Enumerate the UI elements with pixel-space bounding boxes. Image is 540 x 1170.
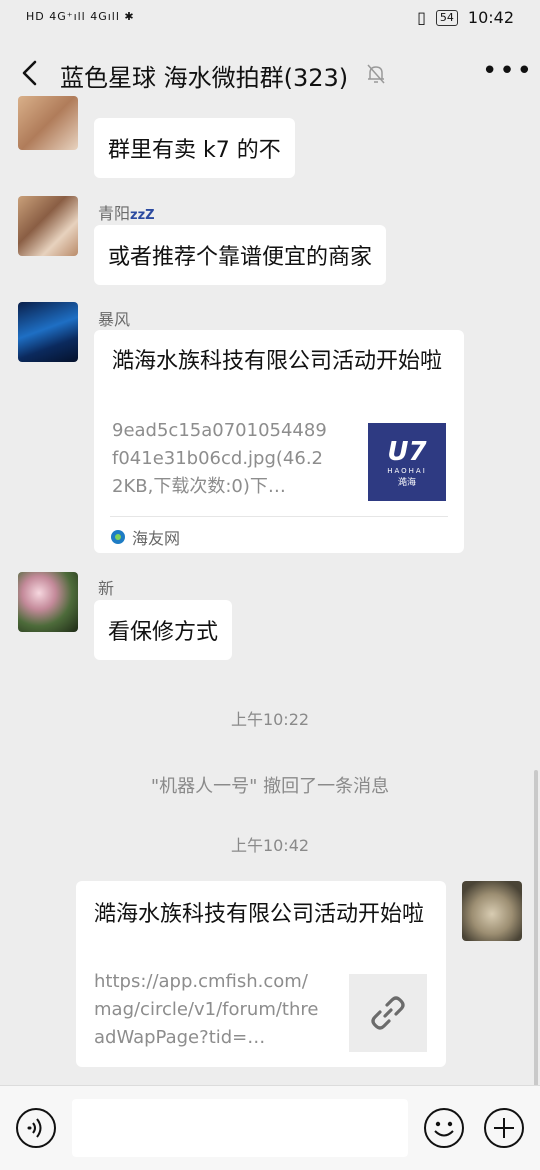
- link-card[interactable]: 澔海水族科技有限公司活动开始啦 9ead5c15a0701054489f041e…: [94, 330, 464, 553]
- card-description: https://app.cmfish.com/mag/circle/v1/for…: [94, 971, 319, 1048]
- card-title: 澔海水族科技有限公司活动开始啦: [112, 349, 443, 374]
- system-notice: "机器人一号" 撤回了一条消息: [150, 776, 390, 797]
- vibrate-icon: ▯: [417, 8, 426, 27]
- timestamp: 上午10:22: [230, 710, 310, 729]
- chat-title: 蓝色星球 海水微拍群(323): [60, 64, 349, 92]
- card-description: 9ead5c15a0701054489f041e31b06cd.jpg(46.2…: [112, 420, 327, 497]
- input-bar: [0, 1085, 540, 1170]
- card-divider: [110, 516, 448, 517]
- mute-bell-icon: [367, 64, 385, 84]
- message-bubble[interactable]: 群里有卖 k7 的不: [94, 118, 295, 178]
- avatar[interactable]: [18, 96, 78, 150]
- chat-header: 蓝色星球 海水微拍群(323) •••: [0, 38, 540, 110]
- battery-icon: 54: [435, 9, 458, 26]
- avatar[interactable]: [18, 196, 78, 256]
- scrollbar[interactable]: [534, 770, 538, 1090]
- status-bar: HD 4G⁺ıll 4Gıll ✱ ▯ 54 10:42: [0, 0, 540, 38]
- more-options-icon[interactable]: •••: [482, 58, 532, 86]
- back-arrow-icon[interactable]: [18, 58, 42, 88]
- status-right: ▯ 54 10:42: [417, 8, 514, 27]
- signal-indicators: HD 4G⁺ıll 4Gıll ✱: [26, 10, 135, 23]
- card-source: 海友网: [110, 525, 180, 549]
- emoji-icon[interactable]: [423, 1107, 465, 1149]
- sender-name: 暴风: [98, 310, 131, 329]
- timestamp: 上午10:42: [230, 836, 310, 855]
- card-title: 澔海水族科技有限公司活动开始啦: [94, 902, 425, 927]
- voice-input-icon[interactable]: [15, 1107, 57, 1149]
- link-icon: [371, 996, 405, 1030]
- message-bubble[interactable]: 看保修方式: [94, 600, 233, 660]
- message-input[interactable]: [72, 1099, 408, 1157]
- card-thumbnail: U7 HAOHAI 澔海: [368, 423, 446, 501]
- source-logo-icon: [111, 530, 125, 544]
- link-thumbnail: [349, 974, 427, 1052]
- my-avatar[interactable]: [462, 881, 522, 941]
- avatar[interactable]: [18, 302, 78, 362]
- message-bubble[interactable]: 或者推荐个靠谱便宜的商家: [94, 225, 387, 285]
- my-link-card[interactable]: 澔海水族科技有限公司活动开始啦 https://app.cmfish.com/m…: [76, 881, 446, 1067]
- sender-name: 青阳zzZ: [98, 204, 155, 223]
- clock: 10:42: [467, 8, 514, 27]
- avatar[interactable]: [18, 572, 78, 632]
- sender-name: 新: [98, 579, 115, 598]
- plus-icon[interactable]: [483, 1107, 525, 1149]
